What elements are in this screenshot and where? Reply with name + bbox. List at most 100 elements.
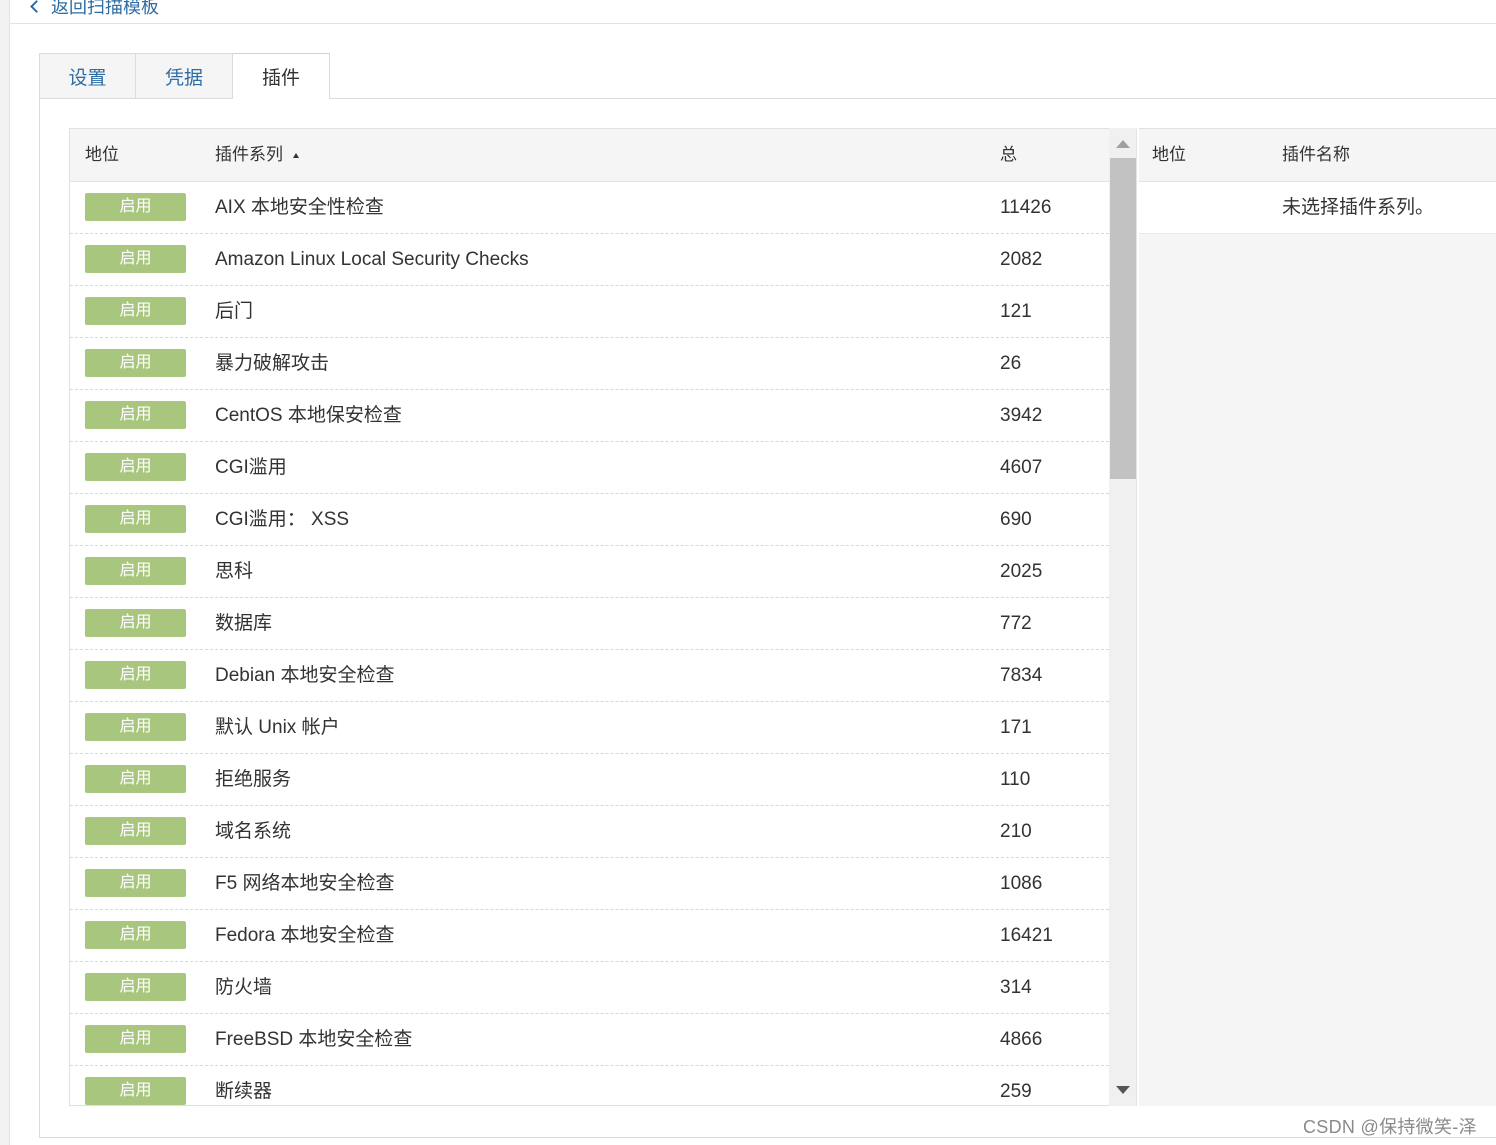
column-header-plugin-name[interactable]: 插件名称 [1282, 129, 1350, 181]
plugin-count: 4866 [1000, 1029, 1043, 1050]
status-badge[interactable]: 启用 [85, 817, 186, 845]
plugin-family-name[interactable]: CentOS 本地保安检查 [215, 390, 402, 442]
plugin-family-name[interactable]: AIX 本地安全性检查 [215, 182, 384, 234]
status-badge[interactable]: 启用 [85, 1025, 186, 1053]
plugin-count: 259 [1000, 1081, 1032, 1102]
scrollbar[interactable] [1109, 128, 1137, 1106]
status-badge[interactable]: 启用 [85, 453, 186, 481]
plugins-table: 地位 插件名称 未选择插件系列。 [1139, 128, 1496, 1106]
status-badge[interactable]: 启用 [85, 193, 186, 221]
table-row[interactable]: 启用 域名系统 210 [70, 806, 1109, 858]
back-link-label: 返回扫描模板 [51, 0, 159, 17]
plugin-family-name[interactable]: CGI滥用 [215, 442, 287, 494]
plugin-family-name[interactable]: 后门 [215, 286, 253, 338]
plugin-family-name[interactable]: Amazon Linux Local Security Checks [215, 234, 529, 286]
arrow-up-icon[interactable] [1116, 140, 1130, 148]
plugin-family-name[interactable]: 域名系统 [215, 806, 291, 858]
table-body: 启用 AIX 本地安全性检查 11426 启用 Amazon Linux Local S… [70, 182, 1109, 1105]
status-badge[interactable]: 启用 [85, 765, 186, 793]
plugin-count: 110 [1000, 769, 1031, 790]
scrollbar-thumb[interactable] [1110, 158, 1136, 479]
table-row[interactable]: 启用 F5 网络本地安全检查 1086 [70, 858, 1109, 910]
plugin-family-name[interactable]: FreeBSD 本地安全检查 [215, 1014, 412, 1066]
table-row[interactable]: 启用 断续器 259 [70, 1066, 1109, 1105]
table-row[interactable]: 启用 思科 2025 [70, 546, 1109, 598]
column-header-plugin-status[interactable]: 地位 [1152, 129, 1186, 181]
empty-state-row: 未选择插件系列。 [1139, 182, 1496, 234]
status-badge[interactable]: 启用 [85, 869, 186, 897]
sort-ascending-icon [293, 153, 299, 159]
plugin-family-name[interactable]: CGI滥用： XSS [215, 494, 349, 546]
plugin-count: 16421 [1000, 925, 1053, 946]
plugin-count: 7834 [1000, 665, 1043, 686]
table-row[interactable]: 启用 数据库 772 [70, 598, 1109, 650]
table-row[interactable]: 启用 CGI滥用 4607 [70, 442, 1109, 494]
table-row[interactable]: 启用 AIX 本地安全性检查 11426 [70, 182, 1109, 234]
plugin-count: 314 [1000, 977, 1032, 998]
table-row[interactable]: 启用 CGI滥用： XSS 690 [70, 494, 1109, 546]
plugin-family-name[interactable]: 暴力破解攻击 [215, 338, 329, 390]
plugin-families-table: 地位 插件系列 总 启用 AIX 本地安全性检查 11426 启用 Amazon Lin… [69, 128, 1109, 1106]
plugin-count: 1086 [1000, 873, 1043, 894]
status-badge[interactable]: 启用 [85, 973, 186, 1001]
status-badge[interactable]: 启用 [85, 661, 186, 689]
table-row[interactable]: 启用 后门 121 [70, 286, 1109, 338]
plugin-family-name[interactable]: Debian 本地安全检查 [215, 650, 395, 702]
status-badge[interactable]: 启用 [85, 921, 186, 949]
plugin-count: 772 [1000, 613, 1032, 634]
plugin-count: 26 [1000, 353, 1022, 374]
plugin-count: 2082 [1000, 249, 1043, 270]
table-row[interactable]: 启用 CentOS 本地保安检查 3942 [70, 390, 1109, 442]
tab-credentials[interactable]: 凭据 [136, 53, 233, 98]
table-row[interactable]: 启用 暴力破解攻击 26 [70, 338, 1109, 390]
plugin-family-name[interactable]: 断续器 [215, 1066, 272, 1105]
arrow-down-icon[interactable] [1116, 1086, 1130, 1094]
column-header-plugin-family-label: 插件系列 [215, 145, 283, 164]
column-header-plugin-family[interactable]: 插件系列 [215, 129, 299, 181]
plugin-family-name[interactable]: 数据库 [215, 598, 272, 650]
column-header-status[interactable]: 地位 [85, 129, 119, 181]
table-row[interactable]: 启用 Amazon Linux Local Security Checks 2082 [70, 234, 1109, 286]
plugin-count: 121 [1000, 301, 1032, 322]
table-row[interactable]: 启用 拒绝服务 110 [70, 754, 1109, 806]
empty-state-message: 未选择插件系列。 [1282, 197, 1435, 218]
plugin-count: 11426 [1000, 197, 1052, 218]
tab-plugins[interactable]: 插件 [233, 53, 330, 99]
status-badge[interactable]: 启用 [85, 349, 186, 377]
plugins-table-header: 地位 插件名称 [1139, 129, 1496, 182]
plugin-family-name[interactable]: F5 网络本地安全检查 [215, 858, 394, 910]
watermark: CSDN @保持微笑-泽 [1303, 1117, 1477, 1137]
left-rail [0, 0, 10, 1145]
status-badge[interactable]: 启用 [85, 1077, 186, 1105]
plugin-family-name[interactable]: 思科 [215, 546, 253, 598]
table-row[interactable]: 启用 默认 Unix 帐户 171 [70, 702, 1109, 754]
table-header: 地位 插件系列 总 [70, 129, 1109, 182]
plugin-family-name[interactable]: 防火墙 [215, 962, 272, 1014]
table-row[interactable]: 启用 Fedora 本地安全检查 16421 [70, 910, 1109, 962]
status-badge[interactable]: 启用 [85, 401, 186, 429]
plugin-count: 210 [1000, 821, 1032, 842]
status-badge[interactable]: 启用 [85, 557, 186, 585]
chevron-left-icon [30, 0, 43, 13]
plugin-family-name[interactable]: 拒绝服务 [215, 754, 291, 806]
plugin-family-name[interactable]: 默认 Unix 帐户 [215, 702, 340, 754]
status-badge[interactable]: 启用 [85, 713, 186, 741]
tab-bar: 设置 凭据 插件 [39, 53, 330, 99]
plugin-count: 4607 [1000, 457, 1043, 478]
status-badge[interactable]: 启用 [85, 609, 186, 637]
tab-settings[interactable]: 设置 [39, 53, 136, 98]
plugin-count: 3942 [1000, 405, 1043, 426]
table-row[interactable]: 启用 Debian 本地安全检查 7834 [70, 650, 1109, 702]
plugin-count: 171 [1000, 717, 1032, 738]
column-header-total[interactable]: 总 [1000, 129, 1017, 181]
status-badge[interactable]: 启用 [85, 245, 186, 273]
plugin-count: 2025 [1000, 561, 1043, 582]
plugin-family-name[interactable]: Fedora 本地安全检查 [215, 910, 394, 962]
table-row[interactable]: 启用 防火墙 314 [70, 962, 1109, 1014]
table-row[interactable]: 启用 FreeBSD 本地安全检查 4866 [70, 1014, 1109, 1066]
top-bar [10, 0, 1496, 24]
back-to-scan-templates-link[interactable]: 返回扫描模板 [30, 0, 159, 18]
status-badge[interactable]: 启用 [85, 505, 186, 533]
status-badge[interactable]: 启用 [85, 297, 186, 325]
plugin-count: 690 [1000, 509, 1032, 530]
